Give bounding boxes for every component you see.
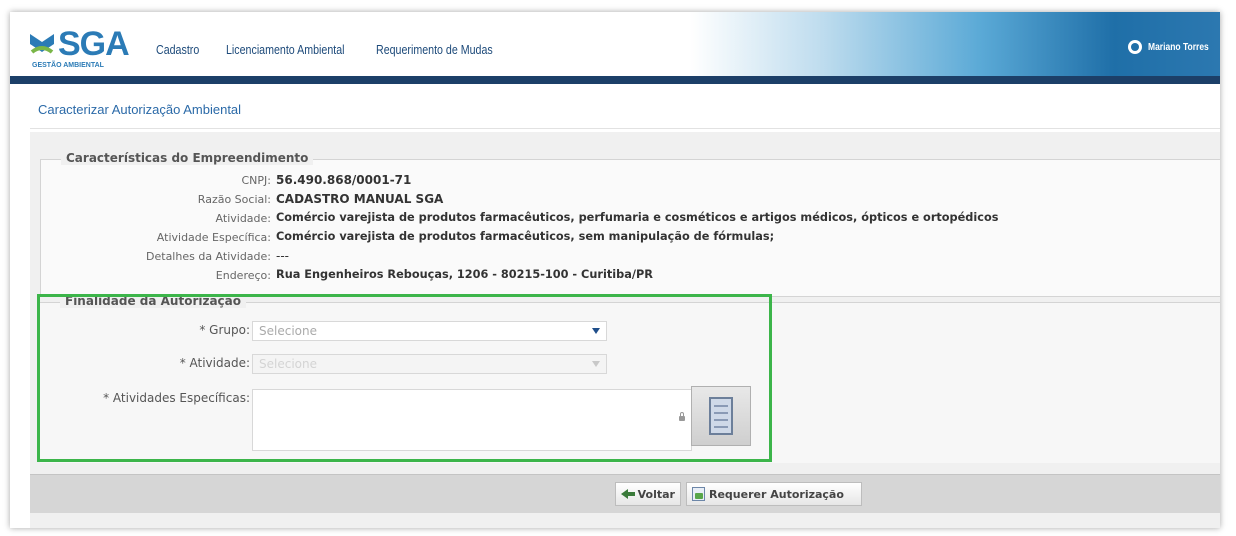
requerer-label: Requerer Autorização [709,487,844,501]
nav-cadastro[interactable]: Cadastro [156,42,205,57]
field-label: Atividade: [215,212,271,225]
sga-logo[interactable]: SGA GESTÃO AMBIENTAL [28,26,138,72]
empreendimento-legend: Características do Empreendimento [61,151,314,165]
voltar-button[interactable]: Voltar [615,482,681,506]
title-divider [30,128,1220,129]
field-atividade: Atividade: Comércio varejista de produto… [41,211,1220,227]
nav-requerimento-de-mudas[interactable]: Requerimento de Mudas [376,42,493,57]
header-bar [10,76,1220,84]
logo-subtext: GESTÃO AMBIENTAL [32,62,104,69]
app-window: SGA GESTÃO AMBIENTAL Cadastro Licenciame… [10,12,1220,528]
field-atividade-especifica: Atividade Específica: Comércio varejista… [41,230,1220,246]
field-value: Comércio varejista de produtos farmacêut… [276,230,775,243]
field-label: Razão Social: [197,193,271,206]
field-label: Detalhes da Atividade: [146,250,271,263]
field-value: CADASTRO MANUAL SGA [276,192,444,206]
voltar-label: Voltar [637,487,675,501]
field-endereco: Endereço: Rua Engenheiros Rebouças, 1206… [41,268,1220,284]
logo-icon [30,34,54,54]
back-arrow-icon [621,489,635,499]
field-value: Rua Engenheiros Rebouças, 1206 - 80215-1… [276,268,653,281]
field-razao-social: Razão Social: CADASTRO MANUAL SGA [41,192,1220,208]
request-icon [692,487,705,501]
field-cnpj: CNPJ: 56.490.868/0001-71 [41,173,1220,189]
field-value: Comércio varejista de produtos farmacêut… [276,211,999,224]
nav-licenciamento-ambiental[interactable]: Licenciamento Ambiental [226,42,345,57]
requerer-autorizacao-button[interactable]: Requerer Autorização [686,482,862,506]
field-value: --- [276,249,289,263]
highlight-box [37,294,772,462]
field-detalhes-atividade: Detalhes da Atividade: --- [41,249,1220,265]
field-value: 56.490.868/0001-71 [276,173,412,187]
page-title: Caracterizar Autorização Ambiental [38,102,242,117]
empreendimento-fieldset: Características do Empreendimento CNPJ: … [40,151,1220,297]
header: SGA GESTÃO AMBIENTAL Cadastro Licenciame… [10,12,1220,84]
user-name: Mariano Torres [1148,41,1209,53]
field-label: CNPJ: [241,174,272,187]
logo-text: SGA [58,25,130,63]
main-nav: Cadastro Licenciamento Ambiental Requeri… [156,42,516,57]
field-label: Endereço: [215,269,271,282]
user-menu[interactable]: Mariano Torres [1128,40,1220,54]
globe-icon [1128,40,1142,54]
field-label: Atividade Específica: [156,231,271,244]
bottom-toolbar: Voltar Requerer Autorização [30,474,1220,513]
